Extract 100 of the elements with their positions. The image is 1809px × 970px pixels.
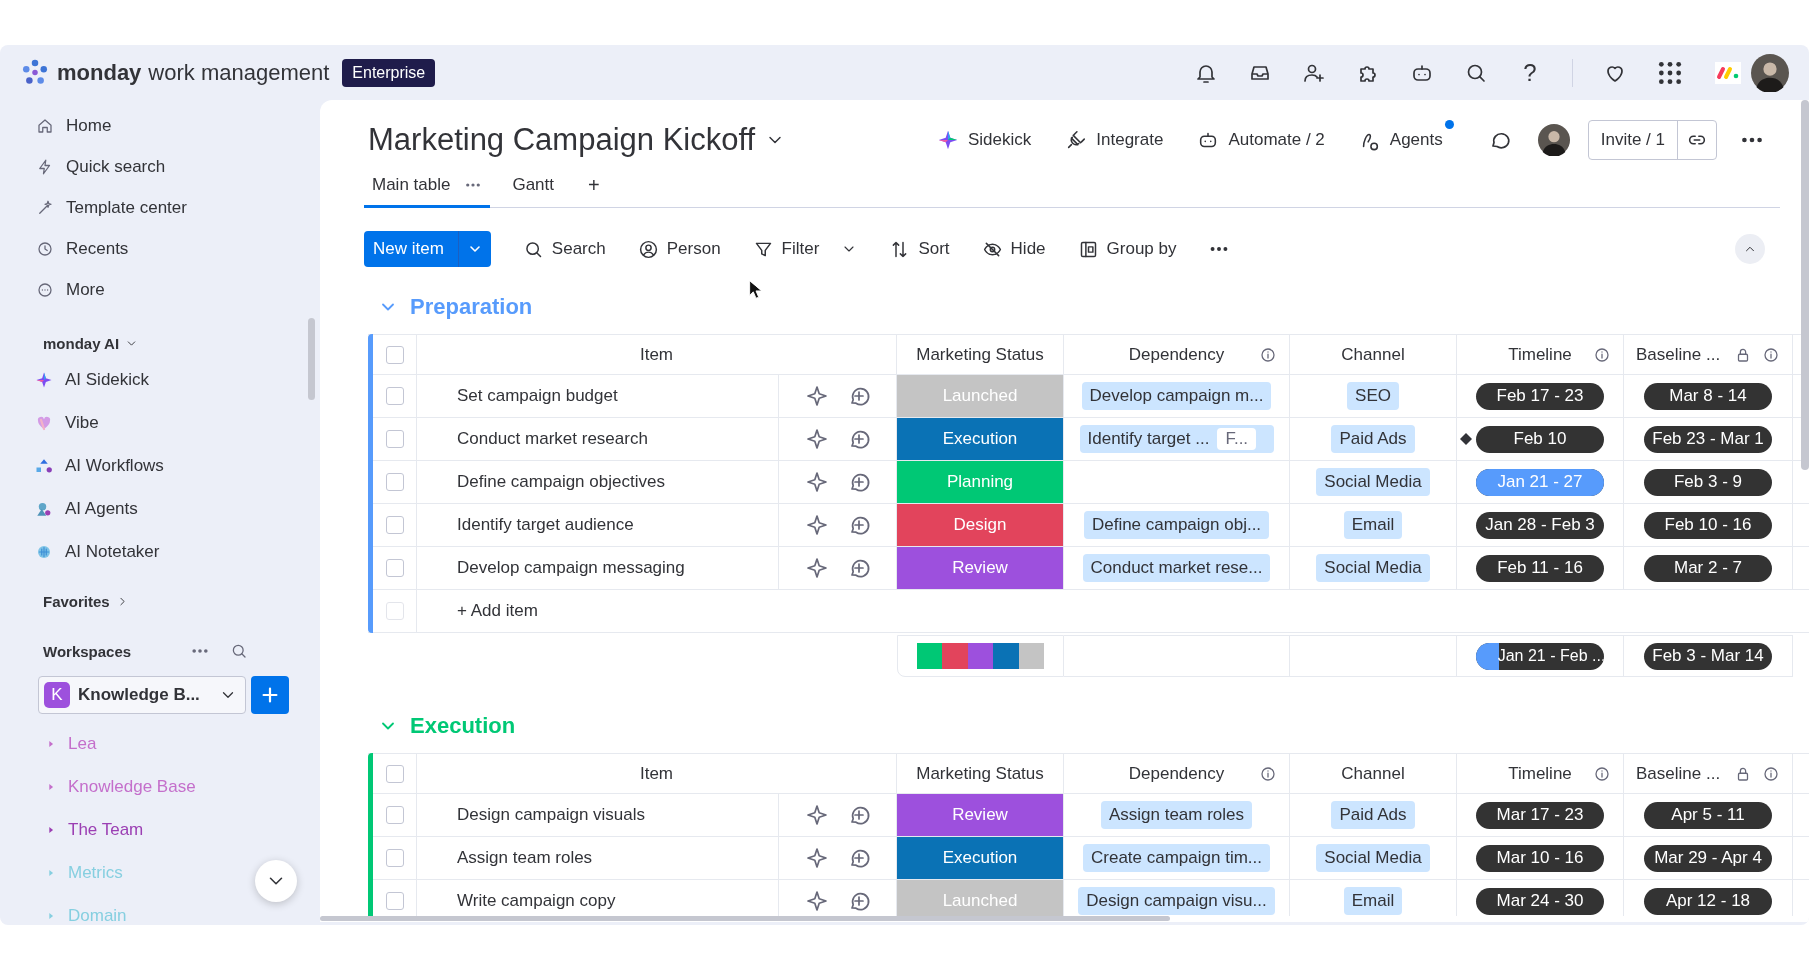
toolbar-button[interactable]: Group by: [1077, 238, 1177, 260]
sparkle-icon[interactable]: [804, 427, 829, 451]
apps-grid-icon[interactable]: [1657, 59, 1683, 86]
timeline-bar[interactable]: Jan 28 - Feb 3: [1476, 511, 1604, 539]
tree-item[interactable]: The Team: [68, 819, 144, 840]
toolbar-button[interactable]: Agents: [1358, 129, 1443, 151]
item-name[interactable]: Set campaign budget: [457, 386, 618, 406]
sidebar-item[interactable]: Recents: [0, 228, 318, 269]
checkbox[interactable]: [385, 849, 404, 867]
checkbox[interactable]: [385, 602, 404, 620]
info-icon[interactable]: [1259, 764, 1277, 783]
sidebar-item[interactable]: More: [0, 269, 318, 310]
add-item-field[interactable]: + Add item: [457, 601, 538, 621]
timeline-bar[interactable]: Feb 17 - 23: [1476, 382, 1604, 410]
toolbar-button[interactable]: Hide: [981, 238, 1046, 260]
checkbox[interactable]: [385, 345, 404, 364]
timeline-bar[interactable]: Feb 10: [1476, 425, 1604, 453]
toolbar-button[interactable]: Automate / 2: [1197, 129, 1325, 151]
channel-tag[interactable]: SEO: [1347, 382, 1399, 410]
baseline-bar[interactable]: Apr 12 - 18: [1644, 887, 1772, 915]
item-name[interactable]: Assign team roles: [457, 848, 593, 868]
sidebar-item[interactable]: Vibe: [0, 401, 318, 444]
sidebar-item[interactable]: AI Sidekick: [0, 358, 318, 401]
status-summary-bar[interactable]: [916, 643, 1045, 669]
baseline-bar[interactable]: Feb 10 - 16: [1644, 511, 1772, 539]
add-workspace-button[interactable]: [251, 676, 289, 714]
sidebar-item[interactable]: AI Agents: [0, 487, 318, 530]
baseline-bar[interactable]: Feb 3 - Mar 14: [1644, 642, 1772, 670]
dependency-tag[interactable]: F...: [1217, 428, 1257, 450]
baseline-bar[interactable]: Feb 3 - 9: [1644, 468, 1772, 496]
toolbar-button[interactable]: Integrate: [1065, 129, 1164, 151]
info-icon[interactable]: [1762, 345, 1781, 364]
dependency-tag[interactable]: Conduct market rese...: [1082, 554, 1271, 582]
sparkle-icon[interactable]: [804, 470, 829, 494]
dependency-tag[interactable]: Develop campaign m...: [1081, 382, 1272, 410]
status-cell[interactable]: Execution: [897, 418, 1064, 460]
workspace-dropdown[interactable]: K Knowledge B...: [38, 676, 246, 714]
view-tab[interactable]: Main table: [364, 164, 491, 208]
add-view-button[interactable]: +: [576, 164, 612, 207]
dependency-tag[interactable]: Assign team roles: [1100, 801, 1253, 829]
toolbar-button[interactable]: Filter: [752, 238, 858, 260]
sidebar-item[interactable]: Home: [0, 105, 318, 146]
baseline-bar[interactable]: Feb 23 - Mar 1: [1644, 425, 1772, 453]
item-name[interactable]: Identify target audience: [457, 515, 634, 535]
info-icon[interactable]: [1762, 764, 1781, 783]
toolbar-button[interactable]: Sidekick: [937, 129, 1032, 151]
sparkle-icon[interactable]: [804, 846, 829, 870]
channel-tag[interactable]: Paid Ads: [1331, 425, 1415, 453]
checkbox[interactable]: [385, 430, 404, 448]
scrollbar[interactable]: [320, 916, 1170, 921]
timeline-bar[interactable]: Mar 10 - 16: [1476, 844, 1604, 872]
sparkle-icon[interactable]: [804, 513, 829, 537]
info-icon[interactable]: [1593, 345, 1611, 364]
status-cell[interactable]: Execution: [897, 837, 1064, 879]
channel-tag[interactable]: Social Media: [1316, 554, 1430, 582]
sparkle-icon[interactable]: [804, 556, 829, 580]
sidebar-item[interactable]: Template center: [0, 187, 318, 228]
dependency-field[interactable]: Identify target ... F...: [1079, 425, 1274, 453]
info-icon[interactable]: [1259, 345, 1277, 364]
timeline-bar[interactable]: Mar 17 - 23: [1476, 801, 1604, 829]
channel-tag[interactable]: Paid Ads: [1331, 801, 1415, 829]
timeline-bar[interactable]: Feb 11 - 16: [1476, 554, 1604, 582]
checkbox[interactable]: [385, 892, 404, 910]
help-button[interactable]: ?: [1518, 58, 1542, 87]
scrollbar[interactable]: [308, 318, 315, 400]
status-cell[interactable]: Review: [897, 547, 1064, 589]
sidebar-item[interactable]: Quick search: [0, 146, 318, 187]
channel-tag[interactable]: Email: [1343, 511, 1403, 539]
checkbox[interactable]: [385, 764, 404, 783]
view-tab[interactable]: Gantt: [504, 164, 563, 208]
sparkle-icon[interactable]: [804, 384, 829, 408]
checkbox[interactable]: [385, 559, 404, 577]
channel-tag[interactable]: Social Media: [1316, 844, 1430, 872]
item-name[interactable]: Develop campaign messaging: [457, 558, 685, 578]
status-cell[interactable]: Design: [897, 504, 1064, 546]
checkbox[interactable]: [385, 516, 404, 534]
info-icon[interactable]: [1593, 764, 1611, 783]
channel-tag[interactable]: Social Media: [1316, 468, 1430, 496]
baseline-bar[interactable]: Apr 5 - 11: [1644, 801, 1772, 829]
baseline-bar[interactable]: Mar 29 - Apr 4: [1644, 844, 1772, 872]
toolbar-button[interactable]: Sort: [889, 238, 950, 260]
timeline-bar[interactable]: Mar 24 - 30: [1476, 887, 1604, 915]
status-cell[interactable]: Review: [897, 794, 1064, 836]
dependency-tag[interactable]: Define campaign obj...: [1083, 511, 1270, 539]
dependency-tag[interactable]: Create campaign tim...: [1083, 844, 1270, 872]
scrollbar[interactable]: [1801, 100, 1809, 470]
user-avatar[interactable]: [1751, 53, 1789, 92]
checkbox[interactable]: [385, 473, 404, 491]
toolbar-button[interactable]: Search: [522, 238, 606, 260]
item-name[interactable]: Design campaign visuals: [457, 805, 646, 825]
sparkle-icon[interactable]: [804, 803, 829, 827]
sidebar-item[interactable]: AI Workflows: [0, 444, 318, 487]
item-name[interactable]: Define campaign objectives: [457, 472, 665, 492]
channel-tag[interactable]: Email: [1343, 887, 1403, 915]
baseline-bar[interactable]: Mar 2 - 7: [1644, 554, 1772, 582]
user-avatar[interactable]: [1537, 124, 1570, 156]
baseline-bar[interactable]: Mar 8 - 14: [1644, 382, 1772, 410]
checkbox[interactable]: [385, 806, 404, 824]
dependency-tag[interactable]: Design campaign visu...: [1078, 887, 1275, 915]
item-name[interactable]: Conduct market research: [457, 429, 648, 449]
